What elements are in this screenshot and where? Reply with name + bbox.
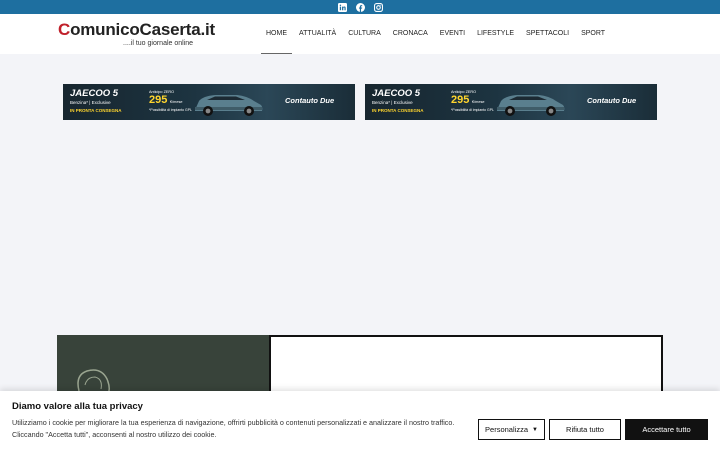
- ad-gpl-note: *Possibilità di impianto GPL: [451, 108, 494, 112]
- ad-consegna: IN PRONTA CONSEGNA: [70, 108, 122, 113]
- nav-item-attualita[interactable]: ATTUALITÀ: [293, 14, 342, 54]
- ad-consegna: IN PRONTA CONSEGNA: [372, 108, 424, 113]
- reject-label: Rifiuta tutto: [566, 425, 604, 434]
- ad-banner[interactable]: JAECOO 5 Benzina* | Exclusive IN PRONTA …: [63, 84, 355, 120]
- social-bar: [0, 0, 720, 14]
- ad-subtitle: Benzina* | Exclusive: [70, 100, 111, 105]
- ad-brand: JAECOO 5: [70, 88, 119, 99]
- logo-tagline: ....il tuo giornale online: [123, 40, 194, 47]
- customize-button[interactable]: Personalizza ▼: [478, 419, 545, 440]
- ad-per-month: €/mese: [170, 100, 183, 104]
- main-nav: HOME ATTUALITÀ CULTURA CRONACA EVENTI LI…: [260, 14, 611, 54]
- cookie-banner: Diamo valore alla tua privacy Utilizziam…: [0, 391, 720, 450]
- nav-item-cultura[interactable]: CULTURA: [342, 14, 387, 54]
- nav-item-cronaca[interactable]: CRONACA: [387, 14, 434, 54]
- ad-price: 295: [149, 94, 168, 106]
- site-header: ComunicoCaserta.it ....il tuo giornale o…: [0, 14, 720, 54]
- ad-per-month: €/mese: [472, 100, 485, 104]
- car-image: [195, 95, 263, 116]
- reject-all-button[interactable]: Rifiuta tutto: [549, 419, 621, 440]
- car-image: [497, 95, 565, 116]
- cookie-title: Diamo valore alla tua privacy: [12, 401, 143, 412]
- site-logo[interactable]: ComunicoCaserta.it ....il tuo giornale o…: [58, 20, 215, 47]
- ad-subtitle: Benzina* | Exclusive: [372, 100, 413, 105]
- ad-gpl-note: *Possibilità di impianto GPL: [149, 108, 192, 112]
- ad-dealer: Contauto Due: [587, 96, 637, 105]
- ad-dealer: Contauto Due: [285, 96, 335, 105]
- linkedin-icon[interactable]: [337, 2, 347, 12]
- nav-item-eventi[interactable]: EVENTI: [434, 14, 471, 54]
- cookie-text: Utilizziamo i cookie per migliorare la t…: [12, 418, 455, 439]
- ad-brand: JAECOO 5: [372, 88, 421, 99]
- nav-item-home[interactable]: HOME: [260, 14, 293, 54]
- ad-price: 295: [451, 94, 470, 106]
- nav-item-spettacoli[interactable]: SPETTACOLI: [520, 14, 575, 54]
- ad-banner[interactable]: JAECOO 5 Benzina* | Exclusive IN PRONTA …: [365, 84, 657, 120]
- nav-item-sport[interactable]: SPORT: [575, 14, 611, 54]
- caret-down-icon: ▼: [532, 426, 538, 433]
- customize-label: Personalizza: [485, 425, 528, 434]
- facebook-icon[interactable]: [355, 2, 365, 12]
- accept-all-button[interactable]: Accettare tutto: [625, 419, 708, 440]
- nav-item-lifestyle[interactable]: LIFESTYLE: [471, 14, 520, 54]
- logo-text: ComunicoCaserta.it: [58, 20, 215, 39]
- instagram-icon[interactable]: [373, 2, 383, 12]
- accept-label: Accettare tutto: [642, 425, 691, 434]
